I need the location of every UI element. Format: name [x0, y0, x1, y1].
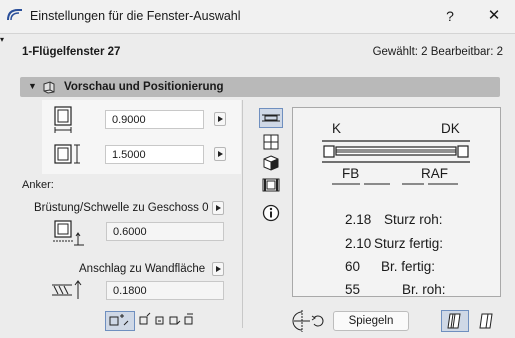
height-dimension-icon [54, 144, 80, 164]
mirror-button[interactable]: Spiegeln [333, 311, 409, 331]
element-name: 1-Flügelfenster 27 [22, 46, 121, 58]
sill-height-icon [53, 220, 84, 246]
stat-value: 2.18 [345, 212, 372, 227]
dimension-underlines [332, 183, 458, 185]
sill-height-input[interactable]: 0.6000 [106, 222, 224, 241]
cube-3d-icon[interactable] [263, 155, 279, 171]
label-k: K [332, 121, 342, 136]
height-options-button[interactable] [214, 147, 226, 161]
selection-info: Gewählt: 2 Bearbeitbar: 2 [372, 46, 503, 58]
reveal-reference-button[interactable] [212, 262, 224, 276]
window-title: Einstellungen für die Fenster-Auswahl [30, 9, 241, 23]
panel-title: Vorschau und Positionierung [64, 81, 224, 93]
width-input[interactable]: 0.9000 [105, 110, 204, 129]
plan-view-icon [262, 114, 280, 122]
opening-side-right-icon[interactable] [474, 311, 500, 331]
anchor-mode-selected[interactable] [105, 311, 135, 331]
collapse-arrow-icon[interactable]: ▼ [28, 81, 37, 91]
anchor-mode-1-icon [109, 314, 129, 326]
sill-reference-button[interactable] [212, 201, 224, 215]
reveal-reference-label: Anschlag zu Wandfläche [79, 263, 206, 275]
archicad-icon [7, 9, 22, 21]
label-dk: DK [441, 121, 460, 136]
anchor-mode-4-icon[interactable] [168, 312, 182, 328]
anchor-mode-5-icon[interactable] [183, 312, 197, 328]
help-button[interactable]: ? [440, 6, 460, 26]
width-dimension-icon [54, 106, 72, 133]
reveal-depth-icon [52, 280, 82, 299]
close-button[interactable]: ✕ [484, 6, 504, 26]
width-options-button[interactable] [214, 112, 226, 126]
opening-side-left-icon [447, 313, 461, 329]
resize-marker-icon: ▾ [0, 35, 5, 44]
reveal-depth-input[interactable]: 0.1800 [106, 281, 224, 300]
section-view-icon[interactable] [262, 177, 280, 193]
sill-reference-label: Brüstung/Schwelle zu Geschoss 0 [34, 202, 209, 214]
elevation-grid-icon[interactable] [263, 134, 279, 150]
anchor-mode-3-icon[interactable] [154, 312, 168, 328]
label-fb: FB [342, 166, 360, 181]
anchor-label: Anker: [22, 179, 54, 191]
stat-label: Br. roh: [402, 282, 446, 297]
window-3d-icon [43, 81, 55, 94]
height-input[interactable]: 1.5000 [105, 145, 204, 164]
mirror-view-icon [292, 310, 324, 332]
plan-view-tab[interactable] [259, 108, 283, 128]
column-divider [242, 100, 243, 328]
stat-label: Br. fertig: [381, 259, 436, 274]
stat-label: Sturz roh: [384, 212, 443, 227]
anchor-mode-2-icon[interactable] [138, 312, 152, 328]
window-plan-drawing [322, 140, 470, 163]
opening-side-selected[interactable] [441, 310, 469, 332]
stat-value: 60 [345, 259, 361, 274]
stat-value: 55 [345, 282, 361, 297]
stat-value: 2.10 [345, 236, 372, 251]
label-raf: RAF [421, 166, 448, 181]
panel-header-preview[interactable]: ▼ Vorschau und Positionierung [20, 77, 500, 97]
info-icon[interactable] [262, 204, 280, 222]
stat-label: Sturz fertig: [374, 236, 444, 251]
